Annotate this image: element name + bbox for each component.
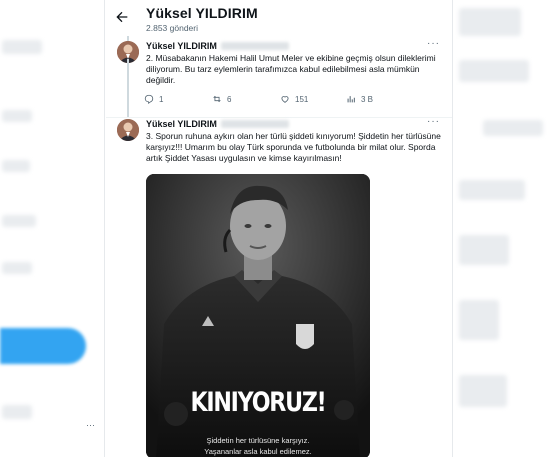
arrow-left-icon[interactable]: [114, 9, 130, 25]
more-icon[interactable]: ···: [86, 420, 95, 430]
blurred-account-item: [2, 405, 32, 419]
views-button[interactable]: 3 B: [346, 94, 373, 104]
heart-icon: [281, 96, 289, 103]
like-button[interactable]: 151: [280, 94, 308, 104]
reply-count: 1: [159, 94, 164, 104]
page-title: Yüksel YILDIRIM: [146, 5, 258, 21]
timeline-column: Yüksel YILDIRIM 2.853 gönderi Yüksel YIL…: [106, 0, 452, 457]
blurred-post-button[interactable]: [0, 328, 86, 364]
blurred-nav-item: [2, 40, 42, 54]
tweet[interactable]: Yüksel YILDIRIM ··· 3. Sporun ruhuna ayk…: [106, 116, 452, 457]
author-handle[interactable]: [220, 42, 289, 50]
repost-button[interactable]: 6: [212, 94, 231, 104]
blurred-widget: [459, 180, 525, 200]
more-icon[interactable]: ···: [427, 38, 440, 49]
more-icon[interactable]: ···: [427, 116, 440, 127]
blurred-search-box[interactable]: [459, 8, 521, 36]
tweet-text: 3. Sporun ruhuna aykırı olan her türlü ş…: [146, 131, 441, 163]
blurred-nav-item: [2, 215, 36, 227]
tweet-author-row: Yüksel YILDIRIM: [146, 40, 289, 52]
blurred-widget: [459, 375, 507, 407]
tweet-text: 2. Müsabakanın Hakemi Halil Umut Meler v…: [146, 53, 436, 85]
author-handle[interactable]: [220, 120, 289, 128]
blurred-widget: [483, 120, 543, 136]
repost-icon: [213, 95, 221, 103]
reply-icon: [144, 94, 154, 104]
media-headline: KINIYORUZ!: [190, 387, 326, 418]
blurred-widget: [459, 300, 499, 340]
thread-line: [127, 59, 129, 117]
right-sidebar: [452, 0, 558, 457]
tweet[interactable]: Yüksel YILDIRIM ··· 2. Müsabakanın Hakem…: [106, 36, 452, 118]
avatar[interactable]: [117, 119, 139, 141]
view-count: 3 B: [361, 94, 374, 104]
blurred-nav-item: [2, 110, 32, 122]
blurred-nav-item: [2, 262, 32, 274]
blurred-nav-item: [2, 160, 30, 172]
media-caption: Yaşananlar asla kabul edilemez.: [204, 447, 312, 456]
author-name[interactable]: Yüksel YILDIRIM: [146, 41, 217, 51]
reply-button[interactable]: 1: [144, 94, 163, 104]
blurred-widget: [459, 60, 529, 82]
author-name[interactable]: Yüksel YILDIRIM: [146, 119, 217, 129]
tweet-media-image[interactable]: KINIYORUZ! Şiddetin her türlüsüne karşıy…: [146, 174, 370, 457]
profile-header: Yüksel YILDIRIM 2.853 gönderi: [106, 0, 452, 40]
repost-count: 6: [227, 94, 232, 104]
like-count: 151: [295, 94, 309, 104]
post-count: 2.853 gönderi: [146, 23, 198, 33]
tweet-actions: 1 6 151 3 B: [144, 94, 414, 108]
left-sidebar: [0, 0, 105, 457]
views-icon: [347, 96, 355, 103]
blurred-widget: [459, 235, 509, 265]
media-caption: Şiddetin her türlüsüne karşıyız.: [206, 436, 310, 445]
tweet-author-row: Yüksel YILDIRIM: [146, 118, 289, 130]
